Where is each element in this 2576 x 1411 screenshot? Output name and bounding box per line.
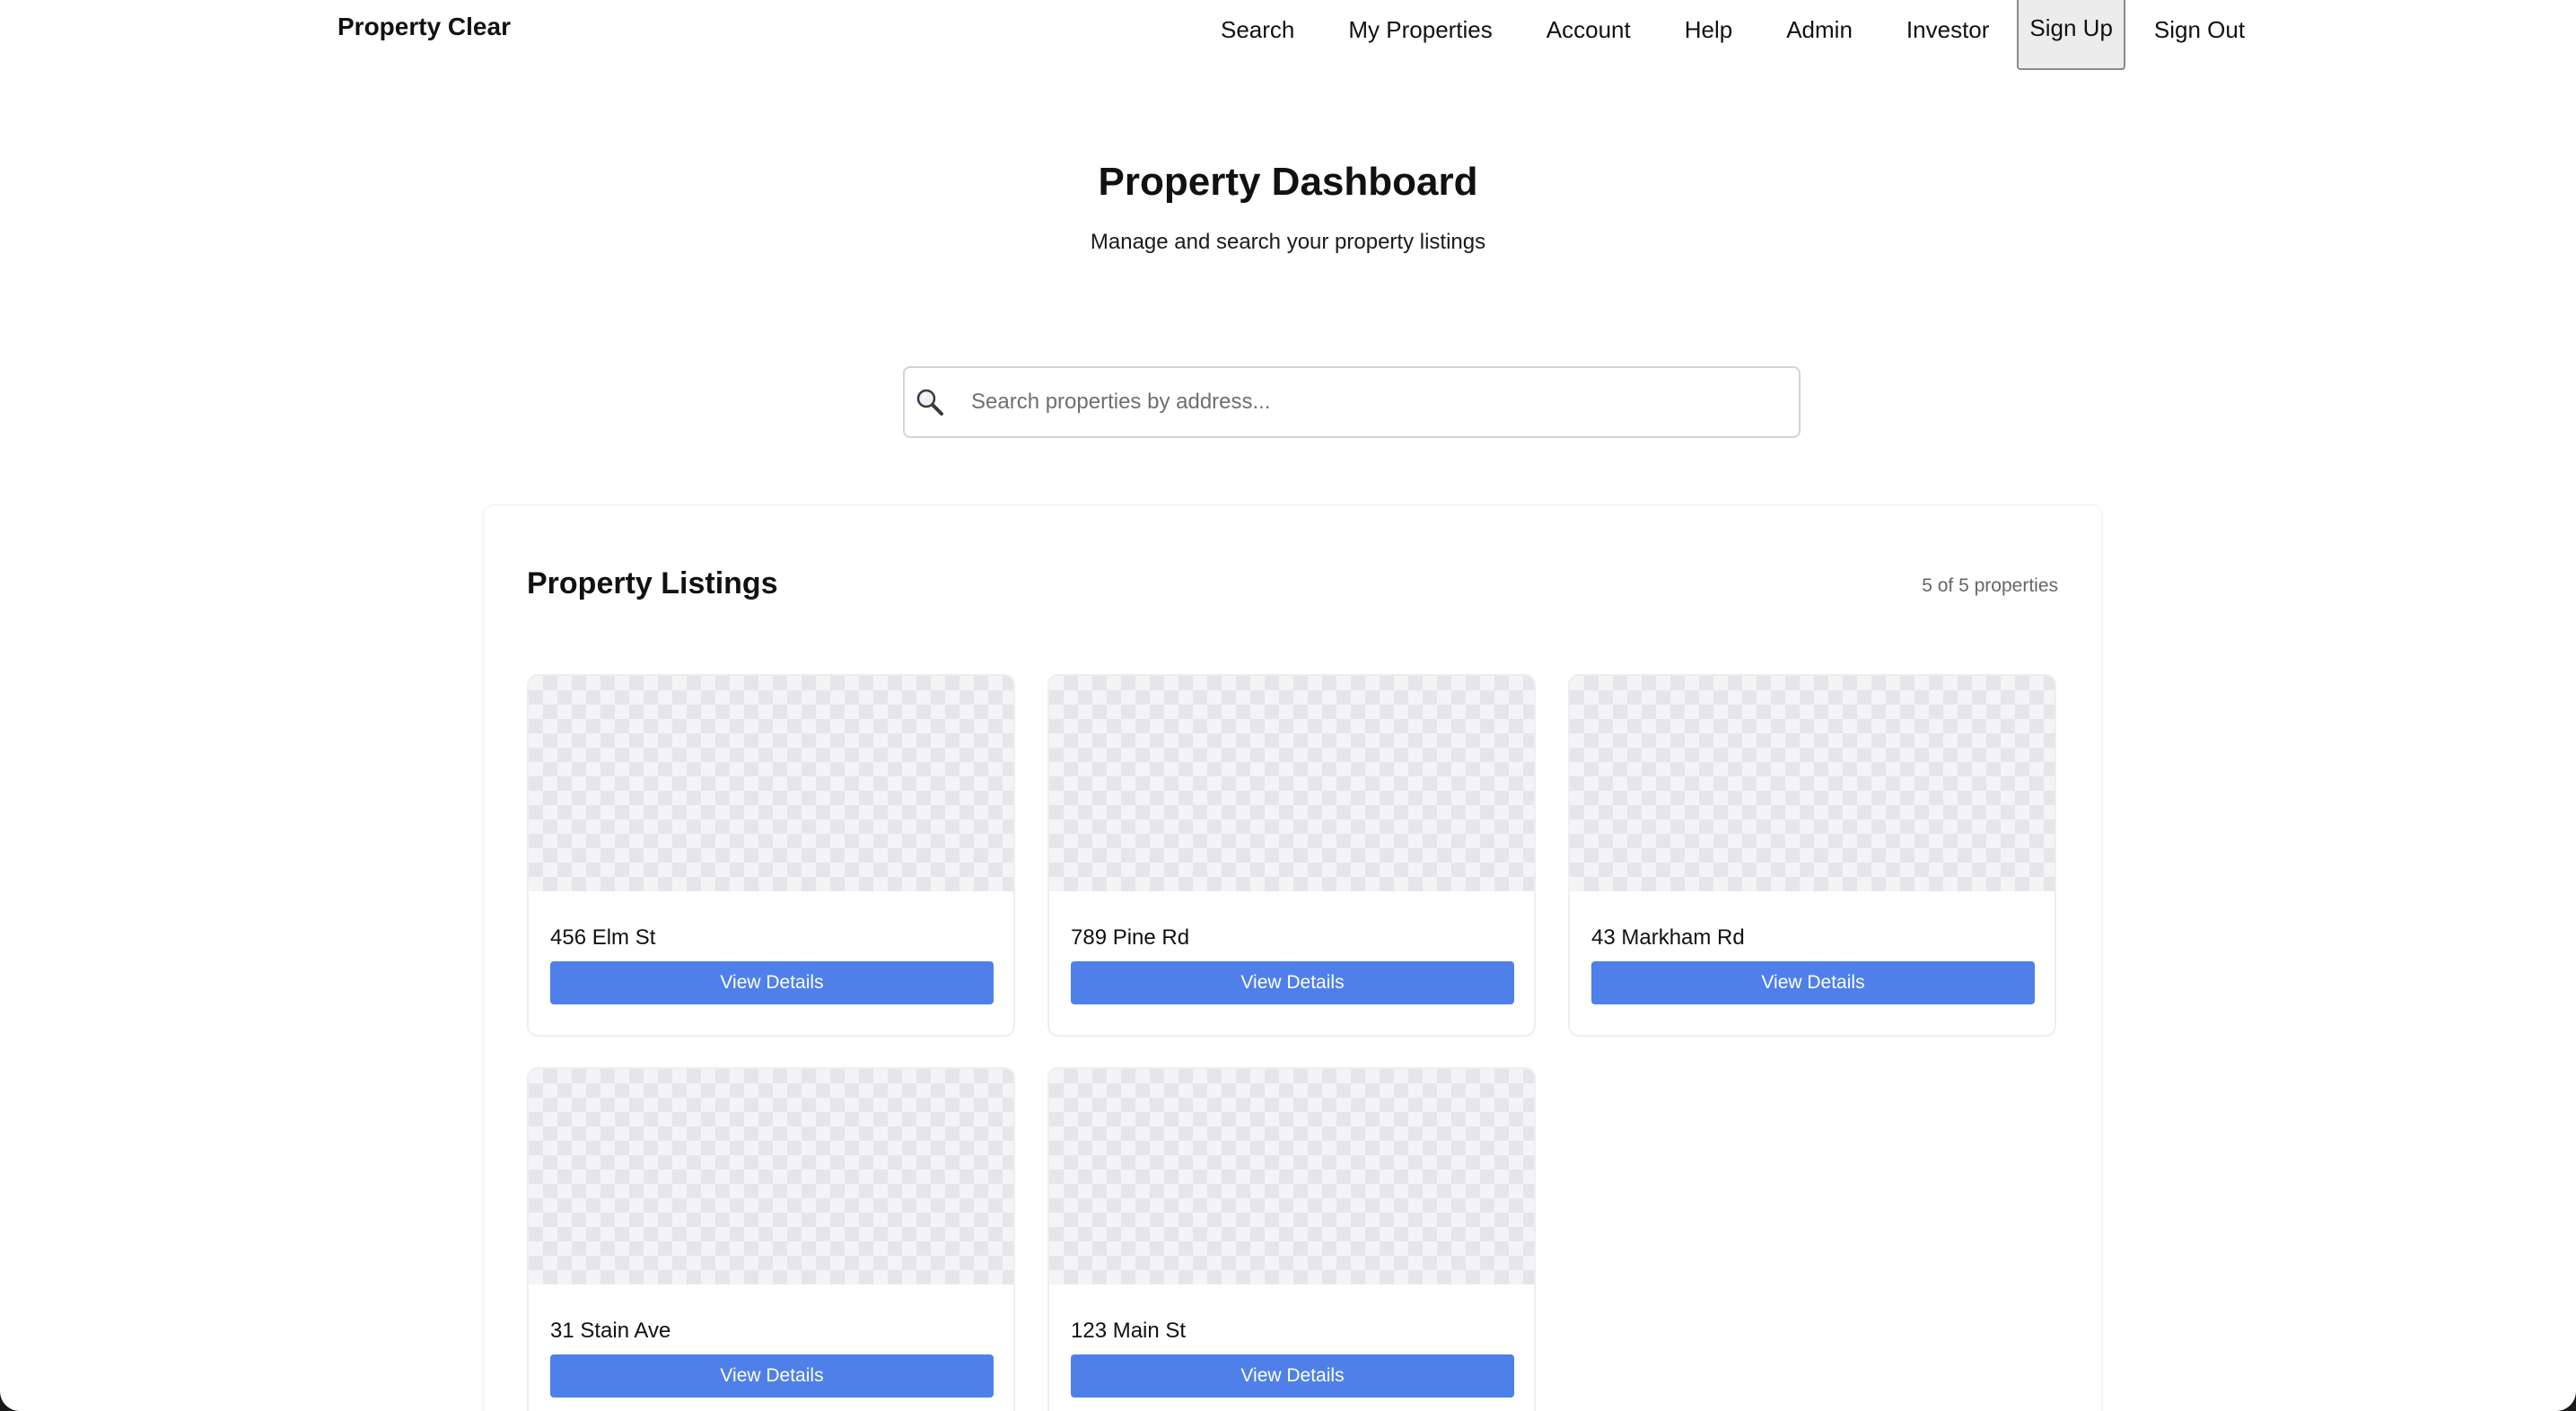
property-image-placeholder (1570, 676, 2055, 891)
property-card: 43 Markham Rd View Details (1568, 674, 2056, 1037)
section-title: Property Listings (527, 566, 778, 600)
view-details-button[interactable]: View Details (550, 961, 994, 1004)
nav-link-search[interactable]: Search (1194, 16, 1321, 44)
page-subtitle: Manage and search your property listings (1090, 230, 1486, 254)
nav-link-investor[interactable]: Investor (1879, 16, 2017, 44)
page-title: Property Dashboard (1098, 160, 1478, 204)
nav-links: Search My Properties Account Help Admin … (1194, 0, 2272, 70)
brand-logo[interactable]: Property Clear (337, 13, 511, 41)
nav-link-sign-out[interactable]: Sign Out (2127, 16, 2272, 44)
nav-link-account[interactable]: Account (1520, 16, 1658, 44)
property-listings-panel: Property Listings 5 of 5 properties 456 … (483, 504, 2102, 1411)
view-details-button[interactable]: View Details (550, 1354, 994, 1398)
search-bar[interactable] (903, 366, 1801, 438)
nav-link-help[interactable]: Help (1658, 16, 1759, 44)
property-card: 789 Pine Rd View Details (1047, 674, 1536, 1037)
property-card: 31 Stain Ave View Details (527, 1067, 1015, 1411)
nav-link-my-properties[interactable]: My Properties (1321, 16, 1519, 44)
property-address: 43 Markham Rd (1591, 925, 1745, 950)
nav-link-admin[interactable]: Admin (1759, 16, 1879, 44)
property-address: 123 Main St (1071, 1319, 1187, 1343)
property-address: 31 Stain Ave (550, 1319, 671, 1343)
view-details-button[interactable]: View Details (1071, 1354, 1514, 1398)
property-card: 123 Main St View Details (1047, 1067, 1536, 1411)
search-input[interactable] (971, 368, 1779, 436)
window-corner (2556, 1391, 2576, 1411)
sign-up-button[interactable]: Sign Up (2017, 0, 2125, 70)
property-count: 5 of 5 properties (1922, 575, 2058, 596)
page: Property Clear Search My Properties Acco… (0, 0, 2576, 1411)
property-image-placeholder (529, 1069, 1013, 1284)
top-nav: Property Clear Search My Properties Acco… (0, 0, 2576, 72)
view-details-button[interactable]: View Details (1071, 961, 1514, 1004)
property-address: 789 Pine Rd (1071, 925, 1190, 950)
property-address: 456 Elm St (550, 925, 656, 950)
window-corner (0, 1391, 20, 1411)
property-card: 456 Elm St View Details (527, 674, 1015, 1037)
view-details-button[interactable]: View Details (1591, 961, 2035, 1004)
property-image-placeholder (1049, 676, 1534, 891)
property-image-placeholder (1049, 1069, 1534, 1284)
magnifier-icon (916, 389, 943, 416)
property-image-placeholder (529, 676, 1013, 891)
